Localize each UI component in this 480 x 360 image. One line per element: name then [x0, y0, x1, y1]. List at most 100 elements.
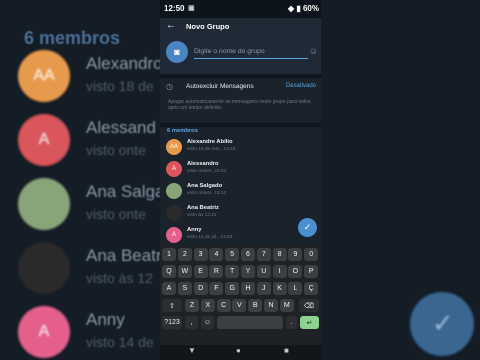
key-r[interactable]: R — [209, 265, 224, 278]
bg-avatar — [18, 242, 70, 294]
key-t[interactable]: T — [225, 265, 240, 278]
bg-avatar: A — [18, 306, 70, 358]
check-icon: ✓ — [303, 222, 312, 232]
nav-back-icon[interactable]: ▼ — [188, 346, 196, 355]
key-4[interactable]: 4 — [209, 248, 224, 261]
key-8[interactable]: 8 — [272, 248, 287, 261]
member-row[interactable]: A Anny visto 14 de jul., 21:53 — [160, 224, 321, 246]
key-h[interactable]: H — [241, 282, 255, 295]
member-last-seen: visto 14 de jul., 21:53 — [187, 235, 233, 240]
symbols-key[interactable]: ?123 — [162, 316, 182, 329]
key-6[interactable]: 6 — [241, 248, 255, 261]
member-row[interactable]: Ana Beatriz visto às 12:21 — [160, 202, 321, 224]
app-bar: ← Novo Grupo — [160, 18, 321, 36]
key-n[interactable]: N — [264, 299, 278, 312]
shift-key[interactable]: ⇧ — [162, 299, 182, 312]
key-m[interactable]: M — [279, 299, 294, 312]
key-s[interactable]: S — [177, 282, 192, 295]
members-list: 6 membros AA Alexandre Abílio visto 18 de … — [160, 127, 321, 245]
key-p[interactable]: P — [304, 265, 319, 278]
period-key[interactable]: . — [286, 316, 297, 329]
auto-delete-label: Autoexcluir Mensagens — [186, 83, 254, 90]
bg-avatar: AA — [18, 50, 70, 102]
key-w[interactable]: W — [177, 265, 192, 278]
status-bar: 12:50 ▣ ◆ ▮ 60% — [160, 0, 321, 18]
group-name-input[interactable]: Digite o nome do grupo — [194, 48, 308, 59]
nav-recents-icon[interactable]: ■ — [284, 346, 289, 355]
bg-member-name: Anny — [86, 310, 125, 329]
emoji-icon[interactable]: ☺ — [309, 46, 318, 56]
key-c[interactable]: C — [216, 299, 231, 312]
key-1[interactable]: 1 — [162, 248, 176, 261]
key-y[interactable]: Y — [241, 265, 255, 278]
members-header: 6 membros — [167, 128, 198, 134]
key-5[interactable]: 5 — [225, 248, 240, 261]
key-3[interactable]: 3 — [193, 248, 208, 261]
member-name: Ana Salgado — [187, 183, 223, 189]
key-b[interactable]: B — [248, 299, 263, 312]
space-key[interactable] — [217, 316, 283, 329]
key-v[interactable]: V — [232, 299, 247, 312]
key-0[interactable]: 0 — [304, 248, 319, 261]
bg-member-status: visto onte — [86, 142, 146, 158]
auto-delete-setting[interactable]: ◷ Autoexcluir Mensagens Desativado Apaga… — [160, 78, 321, 123]
bg-member-status: visto 14 de — [86, 334, 154, 350]
comma-key[interactable]: , — [185, 316, 198, 329]
timer-icon: ◷ — [166, 82, 173, 91]
notification-icon: ▣ — [188, 5, 195, 12]
member-last-seen: visto ontem, 22:44 — [187, 169, 227, 174]
key-a[interactable]: A — [162, 282, 176, 295]
member-name: Alessandro — [187, 161, 219, 167]
bg-member-row: Ana Salga visto onte — [18, 178, 164, 238]
key-9[interactable]: 9 — [288, 248, 303, 261]
key-q[interactable]: Q — [162, 265, 176, 278]
status-time: 12:50 — [164, 4, 185, 13]
key-7[interactable]: 7 — [256, 248, 271, 261]
key-o[interactable]: O — [288, 265, 303, 278]
confirm-button[interactable]: ✓ — [298, 218, 317, 237]
member-row[interactable]: A Alessandro visto ontem, 22:44 — [160, 158, 321, 180]
key-z[interactable]: Z — [185, 299, 199, 312]
member-name: Ana Beatriz — [187, 205, 219, 211]
keyboard: 1 2 3 4 5 6 7 8 9 0 Q W E R T Y U I O P A S D F G H J K L Ç ⇧ Z X C V B N M ⌫?… — [160, 245, 321, 345]
bg-member-name: Ana Salga — [86, 182, 165, 201]
emoji-key[interactable]: ☺ — [201, 316, 214, 329]
key-j[interactable]: J — [256, 282, 271, 295]
key-2[interactable]: 2 — [177, 248, 192, 261]
avatar: AA — [166, 139, 182, 155]
auto-delete-description: Apagar automaticamente as mensagens nest… — [168, 99, 311, 111]
backspace-key[interactable]: ⌫ — [299, 299, 319, 312]
group-header: ◙ Digite o nome do grupo ☺ — [160, 36, 321, 74]
key-ç[interactable]: Ç — [304, 282, 319, 295]
nav-bar: ▼ ● ■ — [160, 345, 321, 360]
bg-member-row: Ana Beatr visto às 12 — [18, 242, 162, 302]
key-e[interactable]: E — [193, 265, 208, 278]
member-last-seen: visto às 12:21 — [187, 213, 217, 218]
key-f[interactable]: F — [209, 282, 224, 295]
key-d[interactable]: D — [193, 282, 208, 295]
status-right: ◆ ▮ 60% — [288, 4, 319, 13]
back-arrow-icon[interactable]: ← — [166, 20, 176, 31]
key-l[interactable]: L — [288, 282, 303, 295]
member-last-seen: visto 18 de mar., 14:18 — [187, 147, 236, 152]
key-x[interactable]: X — [200, 299, 215, 312]
bg-member-status: visto onte — [86, 206, 146, 222]
bg-member-row: A Anny visto 14 de — [18, 306, 158, 360]
key-u[interactable]: U — [256, 265, 271, 278]
avatar: A — [166, 227, 182, 243]
enter-key[interactable]: ↵ — [300, 316, 319, 329]
battery-icon: ▮ — [296, 4, 301, 13]
bg-member-name: Alexandro — [86, 54, 163, 73]
battery-level: 60% — [302, 4, 319, 13]
page-title: Novo Grupo — [186, 22, 230, 31]
bg-avatar: A — [18, 114, 70, 166]
member-row[interactable]: Ana Salgado visto ontem, 15:12 — [160, 180, 321, 202]
camera-icon[interactable]: ◙ — [166, 41, 188, 63]
bg-member-name: Ana Beatr — [86, 246, 162, 265]
key-k[interactable]: K — [272, 282, 287, 295]
nav-home-icon[interactable]: ● — [236, 346, 241, 355]
key-i[interactable]: I — [272, 265, 287, 278]
member-row[interactable]: AA Alexandre Abílio visto 18 de mar., 14:1… — [160, 136, 321, 158]
key-g[interactable]: G — [225, 282, 240, 295]
avatar — [166, 205, 182, 221]
